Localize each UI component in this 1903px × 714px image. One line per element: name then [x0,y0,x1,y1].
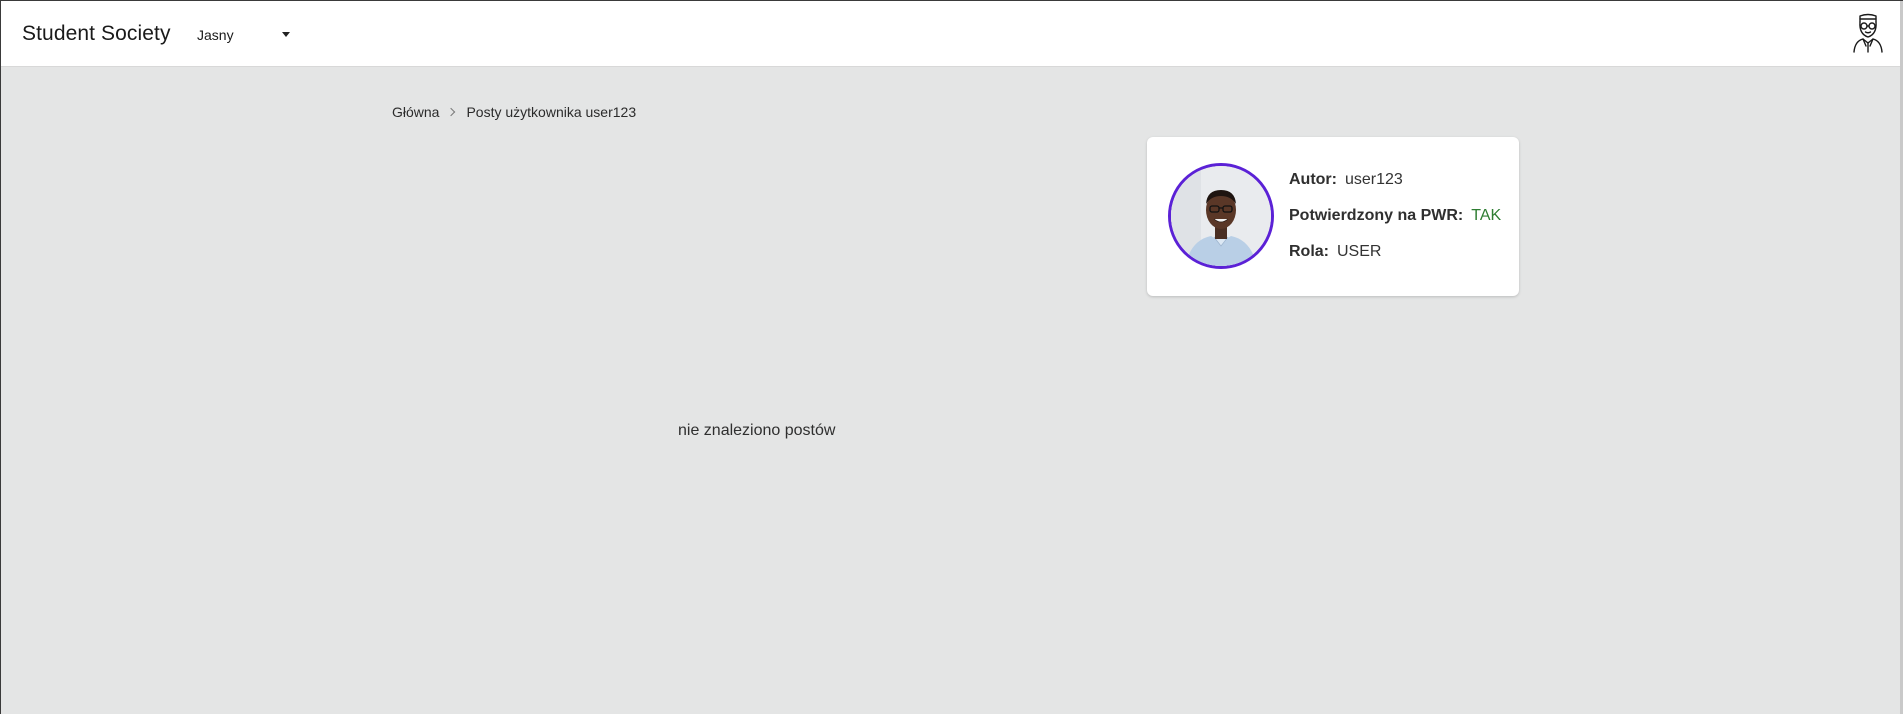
author-card: Autor: user123 Potwierdzony na PWR: TAK Ro… [1147,137,1519,296]
window-frame [0,0,1903,714]
theme-select[interactable]: Jasny [197,24,297,46]
verified-value: TAK [1471,207,1502,224]
student-avatar-icon [1853,13,1883,53]
theme-select-value: Jasny [197,27,234,43]
no-posts-message: nie znaleziono postów [678,422,836,439]
verified-label: Potwierdzony na PWR: [1289,207,1464,224]
top-navbar: Student Society Jasny [0,0,1903,67]
author-photo-image [1171,166,1271,266]
author-row: Autor: user123 [1289,171,1403,189]
caret-down-icon [282,32,290,37]
user-menu-avatar[interactable] [1849,12,1887,54]
breadcrumb: Główna Posty użytkownika user123 [392,104,636,120]
role-label: Rola: [1289,243,1329,260]
author-value: user123 [1344,171,1403,188]
role-row: Rola: USER [1289,243,1381,261]
author-photo [1168,163,1274,269]
breadcrumb-home-link[interactable]: Główna [392,104,439,120]
chevron-right-icon [447,107,456,117]
author-label: Autor: [1289,171,1337,188]
breadcrumb-current: Posty użytkownika user123 [466,104,637,120]
verified-row: Potwierdzony na PWR: TAK [1289,207,1501,225]
brand-title[interactable]: Student Society [22,22,171,46]
role-value: USER [1337,243,1382,260]
